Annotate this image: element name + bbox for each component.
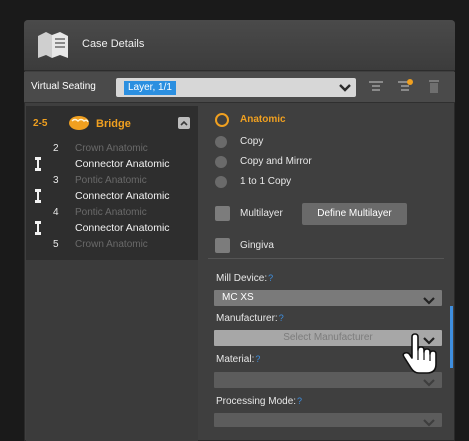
connector-icon <box>35 221 41 235</box>
multilayer-checkbox[interactable] <box>215 206 230 221</box>
tree-item-connector[interactable]: Connector Anatomic <box>75 158 170 170</box>
radio-anatomic[interactable] <box>215 113 229 127</box>
tooth-number: 4 <box>53 207 59 218</box>
align-top-icon[interactable] <box>368 78 384 94</box>
case-details-icon <box>36 30 70 60</box>
help-icon[interactable]: ? <box>255 354 260 364</box>
tree-panel-empty-area <box>26 260 198 441</box>
tree-item-connector[interactable]: Connector Anatomic <box>75 190 170 202</box>
material-label-text: Material: <box>216 354 255 365</box>
tree-item-connector[interactable]: Connector Anatomic <box>75 222 170 234</box>
tooth-number: 2 <box>53 143 59 154</box>
bridge-icon <box>68 115 90 131</box>
help-icon[interactable]: ? <box>297 396 302 406</box>
gingiva-checkbox[interactable] <box>215 238 230 253</box>
multilayer-label: Multilayer <box>240 208 283 219</box>
tooth-number: 5 <box>53 239 59 250</box>
chevron-down-icon <box>422 415 436 427</box>
radio-one-to-one-label: 1 to 1 Copy <box>240 176 292 187</box>
tree-item-bridge[interactable]: Bridge <box>96 118 131 130</box>
hand-cursor-icon <box>402 333 438 375</box>
radio-copy-mirror-label: Copy and Mirror <box>240 156 312 167</box>
window-title: Case Details <box>82 38 145 50</box>
bridge-tooth-range: 2-5 <box>33 118 48 129</box>
virtual-seating-label: Virtual Seating <box>31 81 96 92</box>
help-icon[interactable]: ? <box>268 273 273 283</box>
tree-item-crown[interactable]: Crown Anatomic <box>75 239 148 250</box>
processing-mode-label-text: Processing Mode: <box>216 396 297 407</box>
mill-device-label-text: Mill Device: <box>216 273 268 284</box>
help-icon[interactable]: ? <box>279 313 284 323</box>
tooth-number: 3 <box>53 175 59 186</box>
tree-item-pontic[interactable]: Pontic Anatomic <box>75 175 147 186</box>
radio-anatomic-label: Anatomic <box>240 114 286 125</box>
scrollbar[interactable] <box>450 306 453 368</box>
chevron-down-icon[interactable] <box>338 81 352 93</box>
radio-one-to-one[interactable] <box>215 176 227 188</box>
radio-copy[interactable] <box>215 136 227 148</box>
connector-icon <box>35 189 41 203</box>
section-divider <box>208 258 444 259</box>
radio-copy-label: Copy <box>240 136 264 147</box>
virtual-seating-value: Layer, 1/1 <box>124 81 176 95</box>
trash-icon[interactable] <box>426 78 442 94</box>
processing-mode-label: Processing Mode:? <box>216 396 302 407</box>
mill-device-label: Mill Device:? <box>216 273 273 284</box>
chevron-down-icon[interactable] <box>422 293 436 305</box>
define-multilayer-button[interactable]: Define Multilayer <box>302 203 407 225</box>
mill-device-value: MC XS <box>222 292 254 303</box>
processing-mode-dropdown <box>214 413 442 427</box>
manufacturer-label: Manufacturer:? <box>216 313 284 324</box>
tree-item-pontic[interactable]: Pontic Anatomic <box>75 207 147 218</box>
manufacturer-label-text: Manufacturer: <box>216 313 278 324</box>
tree-item-crown[interactable]: Crown Anatomic <box>75 143 148 154</box>
collapse-button[interactable] <box>178 117 190 129</box>
material-label: Material:? <box>216 354 260 365</box>
radio-copy-mirror[interactable] <box>215 156 227 168</box>
connector-icon <box>35 157 41 171</box>
chevron-down-icon <box>422 375 436 387</box>
add-layer-icon[interactable] <box>397 78 413 94</box>
gingiva-label: Gingiva <box>240 240 274 251</box>
